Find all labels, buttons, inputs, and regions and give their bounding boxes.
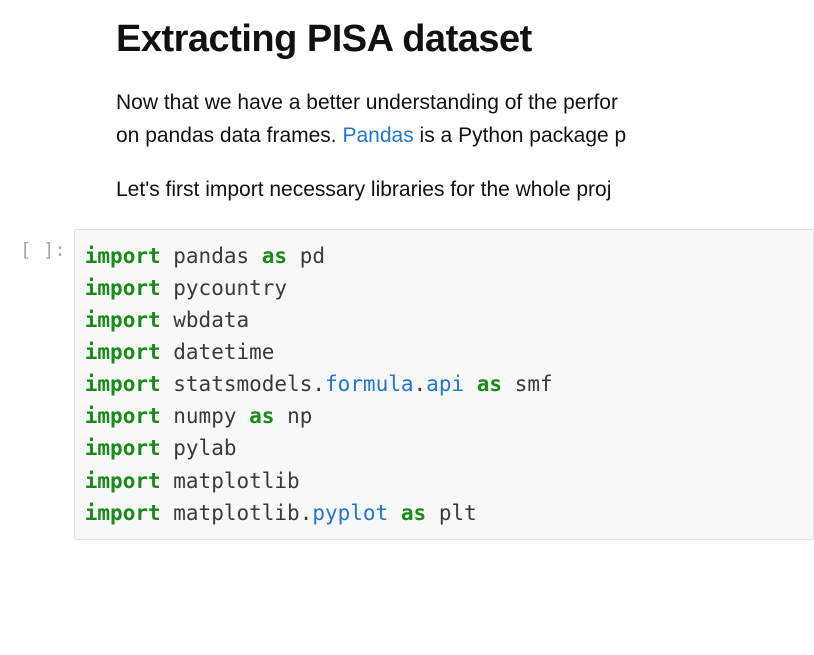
input-prompt: [ ]:: [20, 229, 66, 261]
section-heading: Extracting PISA dataset: [116, 18, 814, 61]
text-fragment: on pandas data frames.: [116, 124, 342, 147]
intro-paragraph-2: Let's first import necessary libraries f…: [116, 174, 814, 207]
code-input-area[interactable]: import pandas as pd import pycountry imp…: [74, 229, 814, 540]
intro-paragraph-1: Now that we have a better understanding …: [116, 87, 814, 152]
text-fragment: Now that we have a better understanding …: [116, 91, 618, 114]
notebook-container: Extracting PISA dataset Now that we have…: [0, 0, 814, 540]
code-cell: [ ]: import pandas as pd import pycountr…: [78, 229, 814, 540]
pandas-link[interactable]: Pandas: [342, 124, 413, 147]
text-fragment: is a Python package p: [414, 124, 626, 147]
